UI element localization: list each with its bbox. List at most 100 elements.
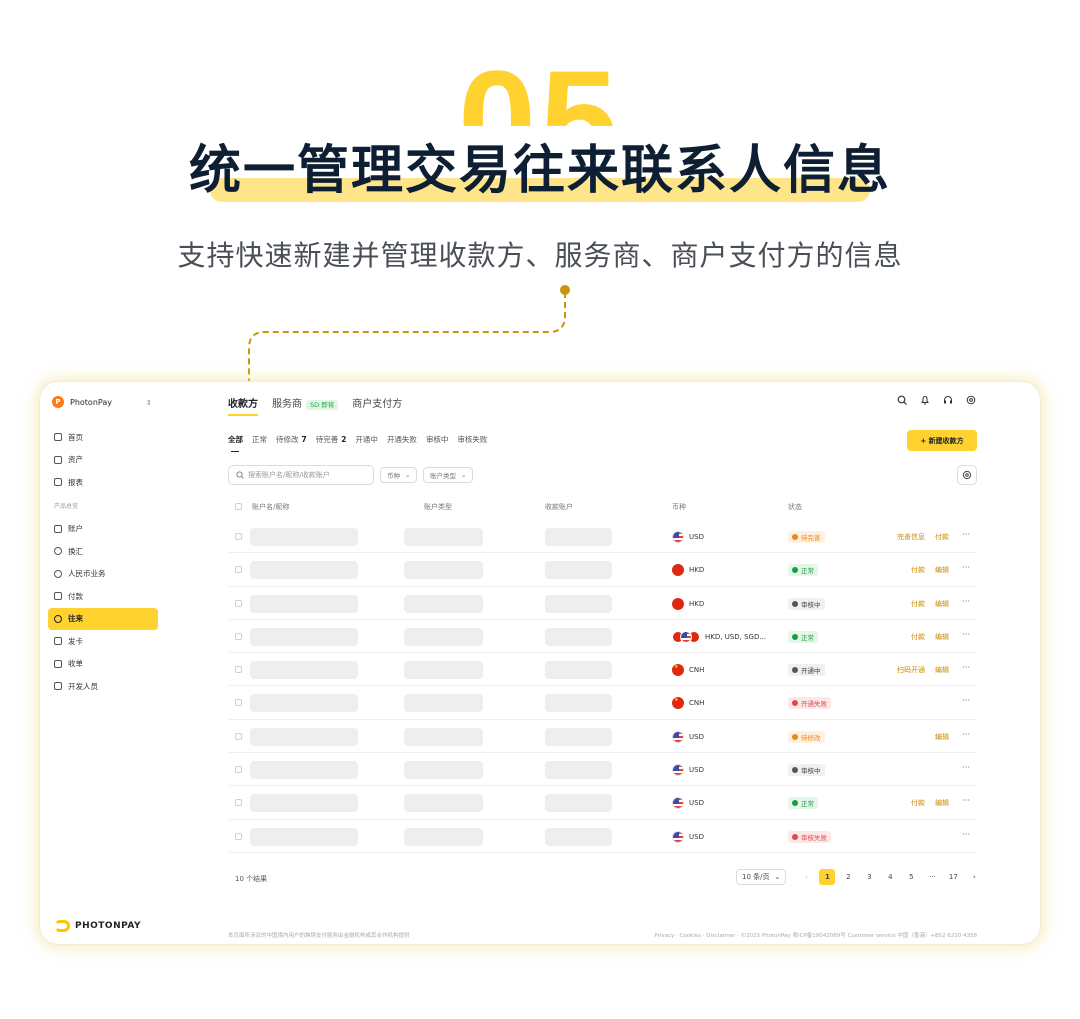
more-icon[interactable]: ··· bbox=[962, 796, 970, 805]
pagination: 10 条/页 ⌄ ‹ 1 2 3 4 5 ··· 17 › bbox=[736, 869, 987, 885]
settings-icon[interactable] bbox=[965, 394, 977, 406]
sidebar-item-home[interactable]: 首页 bbox=[48, 426, 158, 449]
account-type-dropdown[interactable]: 账户类型 ⌄ bbox=[423, 467, 474, 483]
tab-service-providers[interactable]: 服务商 SD 即将 bbox=[272, 395, 339, 410]
col-currency[interactable]: 币种 bbox=[672, 502, 686, 512]
page-button[interactable]: 2 bbox=[840, 869, 856, 885]
filter-opening[interactable]: 开通中 bbox=[355, 434, 378, 445]
search-input[interactable]: 搜索账户名/昵称/收款账户 bbox=[228, 465, 374, 485]
sidebar-item-rmb[interactable]: 人民币业务 bbox=[48, 563, 158, 586]
status-dot-icon bbox=[792, 567, 798, 574]
row-action-link[interactable]: 付款 bbox=[911, 632, 925, 642]
row-action-link[interactable]: 编辑 bbox=[935, 798, 949, 808]
page-button[interactable]: 3 bbox=[861, 869, 877, 885]
row-actions: 编辑 bbox=[925, 732, 949, 742]
row-checkbox[interactable] bbox=[235, 599, 242, 607]
row-checkbox[interactable] bbox=[235, 533, 242, 540]
sidebar-item-reports[interactable]: 报表 bbox=[48, 471, 158, 494]
brand[interactable]: P PhotonPay bbox=[52, 396, 112, 408]
page-button[interactable]: 1 bbox=[819, 869, 836, 885]
table-row[interactable]: USD 审核失败 ··· bbox=[228, 820, 977, 853]
page-size-select[interactable]: 10 条/页 ⌄ bbox=[736, 869, 787, 885]
row-action-link[interactable]: 完善信息 bbox=[897, 532, 925, 542]
select-all-checkbox[interactable] bbox=[235, 503, 242, 510]
sidebar-item-developers[interactable]: 开发人员 bbox=[48, 675, 158, 698]
more-icon[interactable]: ··· bbox=[962, 630, 970, 639]
next-page-icon[interactable]: › bbox=[966, 869, 982, 885]
col-status[interactable]: 状态 bbox=[788, 502, 802, 512]
row-checkbox[interactable] bbox=[235, 832, 242, 840]
more-icon[interactable]: ··· bbox=[962, 763, 970, 772]
row-action-link[interactable]: 扫码开通 bbox=[897, 665, 925, 675]
sidebar-item-acquiring[interactable]: 收单 bbox=[48, 653, 158, 676]
row-action-link[interactable]: 付款 bbox=[935, 532, 949, 542]
search-icon[interactable] bbox=[896, 394, 908, 406]
filter-all[interactable]: 全部 bbox=[228, 434, 243, 452]
page-button[interactable]: ··· bbox=[924, 869, 940, 885]
currency-dropdown[interactable]: 币种 ⌄ bbox=[380, 467, 418, 483]
row-action-link[interactable]: 编辑 bbox=[935, 665, 949, 675]
sidebar-item-contacts[interactable]: 往来 bbox=[48, 607, 158, 630]
more-icon[interactable]: ··· bbox=[962, 530, 970, 539]
more-icon[interactable]: ··· bbox=[962, 830, 970, 839]
sidebar-item-assets[interactable]: 资产 bbox=[48, 449, 158, 472]
row-action-link[interactable]: 付款 bbox=[911, 798, 925, 808]
tab-merchant-payers[interactable]: 商户支付方 bbox=[352, 395, 402, 410]
row-checkbox[interactable] bbox=[235, 699, 242, 707]
row-checkbox[interactable] bbox=[235, 732, 242, 740]
row-action-link[interactable]: 编辑 bbox=[935, 565, 949, 575]
account-name-placeholder bbox=[250, 694, 358, 713]
filter-normal[interactable]: 正常 bbox=[252, 434, 267, 445]
footer-links[interactable]: Privacy · Cookies · Disclaimer · ©2025 P… bbox=[654, 931, 977, 939]
table-row[interactable]: USD 待完善 完善信息 付款 ··· bbox=[228, 520, 977, 554]
row-checkbox[interactable] bbox=[235, 632, 242, 640]
new-payee-button[interactable]: + 新建收款方 bbox=[907, 430, 977, 451]
status-badge: 正常 bbox=[788, 630, 818, 643]
status-dot-icon bbox=[792, 767, 798, 774]
table-row[interactable]: CNH 开通失败 ··· bbox=[228, 686, 977, 720]
currency-cell: CNH bbox=[672, 697, 704, 710]
table-row[interactable]: HKD 正常 付款 编辑 ··· bbox=[228, 553, 977, 587]
row-action-link[interactable]: 编辑 bbox=[935, 599, 949, 609]
table-row[interactable]: USD 正常 付款 编辑 ··· bbox=[228, 786, 977, 820]
more-icon[interactable]: ··· bbox=[962, 696, 970, 705]
col-account-name[interactable]: 账户名/昵称 bbox=[252, 502, 289, 512]
column-settings-button[interactable] bbox=[957, 465, 977, 485]
row-action-link[interactable]: 编辑 bbox=[935, 632, 949, 642]
row-checkbox[interactable] bbox=[235, 766, 242, 774]
filter-reviewing[interactable]: 审核中 bbox=[426, 434, 449, 445]
table-row[interactable]: HKD 审核中 付款 编辑 ··· bbox=[228, 587, 977, 620]
more-icon[interactable]: ··· bbox=[962, 597, 970, 606]
table-row[interactable]: CNH 开通中 扫码开通编辑 ··· bbox=[228, 653, 977, 687]
bell-icon[interactable] bbox=[919, 394, 931, 406]
filter-review-failed[interactable]: 审核失败 bbox=[457, 434, 487, 445]
page-button[interactable]: 4 bbox=[882, 869, 898, 885]
table-row[interactable]: USD 待修改 编辑 ··· bbox=[228, 720, 977, 754]
sidebar-item-accounts[interactable]: 账户 bbox=[48, 518, 158, 541]
row-action-link[interactable]: 付款 bbox=[911, 565, 925, 575]
filter-open-failed[interactable]: 开通失败 bbox=[387, 434, 417, 445]
table-row[interactable]: HKD, USD, SGD... 正常 付款 编辑 ··· bbox=[228, 620, 977, 654]
row-checkbox[interactable] bbox=[235, 666, 242, 674]
more-icon[interactable]: ··· bbox=[962, 730, 970, 739]
page-button[interactable]: 17 bbox=[945, 869, 961, 885]
filter-to-complete[interactable]: 待完善 2 bbox=[316, 434, 347, 445]
row-action-link[interactable]: 付款 bbox=[911, 599, 925, 609]
prev-page-icon[interactable]: ‹ bbox=[798, 869, 814, 885]
sidebar-item-cards[interactable]: 发卡 bbox=[48, 630, 158, 653]
sidebar-item-exchange[interactable]: 换汇 bbox=[48, 540, 158, 563]
row-checkbox[interactable] bbox=[235, 566, 242, 574]
table-row[interactable]: USD 审核中 ··· bbox=[228, 753, 977, 787]
row-checkbox[interactable] bbox=[235, 799, 242, 807]
tab-payees[interactable]: 收款方 bbox=[228, 395, 258, 416]
switch-icon[interactable]: ⇕ bbox=[146, 399, 152, 407]
page-button[interactable]: 5 bbox=[903, 869, 919, 885]
more-icon[interactable]: ··· bbox=[962, 663, 970, 672]
sidebar-item-payment[interactable]: 付款 bbox=[48, 585, 158, 608]
col-receiving-account[interactable]: 收款账户 bbox=[545, 502, 573, 512]
col-account-type[interactable]: 账户类型 bbox=[424, 502, 452, 512]
filter-to-modify[interactable]: 待修改 7 bbox=[276, 434, 307, 445]
more-icon[interactable]: ··· bbox=[962, 563, 970, 572]
row-action-link[interactable]: 编辑 bbox=[935, 732, 949, 742]
headset-icon[interactable] bbox=[942, 394, 954, 406]
